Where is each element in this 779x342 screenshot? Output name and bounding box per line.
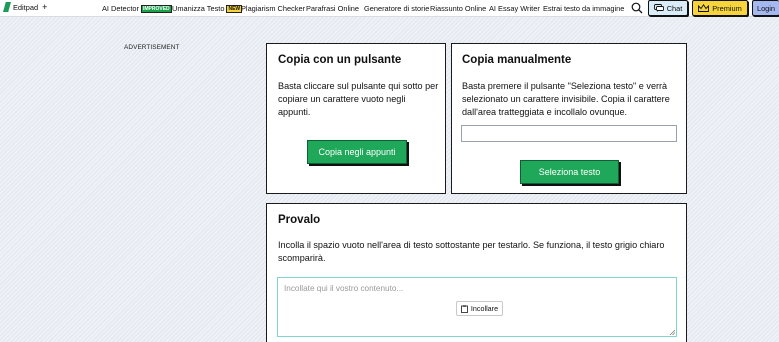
copy-with-button-card: Copia con un pulsante Basta cliccare sul… (266, 43, 446, 194)
improved-badge: IMPROVED (140, 5, 172, 13)
card-title: Provalo (278, 214, 321, 226)
brand-name: Editpad (13, 2, 39, 12)
nav-estrai-testo[interactable]: Estrai testo da immagine (543, 4, 624, 13)
nav-parafrasi-online[interactable]: Parafrasi Online (306, 4, 359, 13)
nav-riassunto-online[interactable]: Riassunto Online (430, 4, 486, 13)
card-title: Copia con un pulsante (278, 54, 402, 66)
login-button[interactable]: Login (752, 0, 779, 16)
chat-button[interactable]: Chat (648, 0, 688, 16)
nav-plagiarism-checker[interactable]: Plagiarism Checker (241, 4, 305, 13)
select-text-button[interactable]: Seleziona testo (520, 160, 619, 184)
nav-umanizza-testo[interactable]: Umanizza Testo NEW (172, 4, 243, 13)
clipboard-icon (460, 304, 468, 313)
paste-button[interactable]: Incollare (456, 301, 503, 316)
nav-ai-detector[interactable]: AI Detector IMPROVED (102, 4, 172, 13)
copy-to-clipboard-button[interactable]: Copia negli appunti (307, 140, 407, 164)
crown-icon (698, 4, 710, 12)
top-navbar: Editpad + AI Detector IMPROVED Umanizza T… (0, 0, 779, 17)
card-description: Basta cliccare sul pulsante qui sotto pe… (278, 81, 439, 117)
tools-plus-icon[interactable]: + (42, 2, 47, 12)
resize-grip-icon[interactable] (669, 329, 675, 335)
logo[interactable]: Editpad + (3, 2, 47, 12)
invisible-character-field[interactable] (461, 125, 677, 142)
card-description: Incolla il spazio vuoto nell'area di tes… (278, 240, 665, 263)
textarea-placeholder: Incollate qui il vostro contenuto... (284, 284, 404, 293)
nav-generatore-di-storie[interactable]: Generatore di storie (364, 4, 429, 13)
copy-manually-card: Copia manualmente Basta premere il pulsa… (451, 43, 687, 194)
card-title: Copia manualmente (462, 54, 572, 66)
advertisement-label: ADVERTISEMENT (124, 44, 180, 51)
new-badge: NEW (226, 5, 243, 13)
chat-icon (653, 3, 664, 12)
nav-ai-essay-writer[interactable]: AI Essay Writer (489, 4, 540, 13)
premium-button[interactable]: Premium (692, 0, 748, 16)
search-icon[interactable] (631, 2, 643, 14)
editpad-logo-icon (3, 2, 11, 12)
card-description: Basta premere il pulsante "Seleziona tes… (462, 81, 670, 117)
test-textarea[interactable]: Incollate qui il vostro contenuto... Inc… (277, 277, 677, 337)
try-it-card: Provalo Incolla il spazio vuoto nell'are… (266, 203, 687, 342)
